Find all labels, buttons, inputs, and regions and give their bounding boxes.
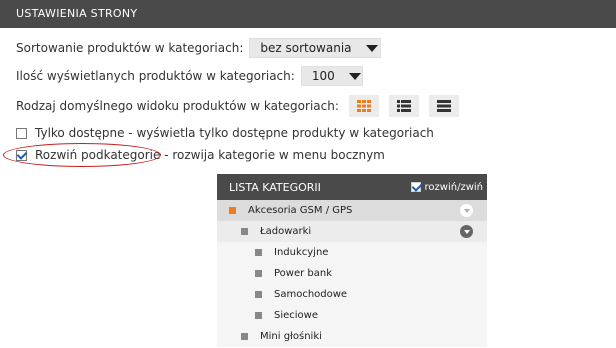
only-available-row: Tylko dostępne - wyświetla tylko dostępn…: [16, 126, 434, 140]
expand-subcategories-row: Rozwiń podkategorie - rozwija kategorie …: [16, 148, 385, 162]
category-item[interactable]: Indukcyjne: [217, 242, 487, 263]
sorting-row: Sortowanie produktów w kategoriach: bez …: [16, 38, 382, 58]
category-panel-title: LISTA KATEGORII: [229, 180, 321, 194]
expand-subcategories-label: Rozwiń podkategorie - rozwija kategorie …: [35, 148, 385, 162]
category-item[interactable]: Akcesoria GSM / GPS: [217, 200, 487, 221]
count-select[interactable]: 100: [300, 66, 363, 86]
sorting-value: bez sortowania: [260, 41, 352, 55]
bullet-square-icon: [255, 249, 262, 256]
category-item[interactable]: Ładowarki: [217, 221, 487, 242]
page-header: USTAWIENIA STRONY: [0, 0, 616, 28]
compact-list-button[interactable]: [428, 95, 459, 117]
category-panel-header: LISTA KATEGORII rozwiń/zwiń: [217, 174, 487, 200]
category-item[interactable]: Sieciowe: [217, 305, 487, 326]
collapse-toggle-icon[interactable]: [460, 225, 473, 238]
page-title: USTAWIENIA STRONY: [16, 7, 138, 20]
only-available-checkbox[interactable]: [16, 127, 27, 139]
count-label: Ilość wyświetlanych produktów w kategori…: [16, 69, 295, 83]
compact-list-icon: [436, 100, 451, 112]
collapse-toggle-icon[interactable]: [460, 204, 473, 217]
only-available-label: Tylko dostępne - wyświetla tylko dostępn…: [35, 126, 434, 140]
bullet-square-icon: [255, 312, 262, 319]
count-value: 100: [311, 69, 335, 83]
category-label: Akcesoria GSM / GPS: [248, 205, 353, 216]
sorting-label: Sortowanie produktów w kategoriach:: [16, 41, 244, 55]
view-row: Rodzaj domyślnego widoku produktów w kat…: [16, 95, 459, 117]
count-row: Ilość wyświetlanych produktów w kategori…: [16, 66, 363, 86]
expand-collapse-checkbox[interactable]: [410, 182, 421, 192]
bullet-square-icon: [229, 207, 236, 214]
chevron-down-icon: [348, 72, 361, 80]
category-label: Mini głośniki: [260, 331, 322, 342]
grid-view-icon: [356, 100, 371, 112]
chevron-down-icon: [365, 44, 378, 52]
category-panel: LISTA KATEGORII rozwiń/zwiń Akcesoria GS…: [217, 174, 487, 348]
bullet-square-icon: [255, 291, 262, 298]
view-label: Rodzaj domyślnego widoku produktów w kat…: [16, 99, 339, 113]
category-label: Samochodowe: [274, 289, 348, 300]
category-label: Indukcyjne: [274, 247, 329, 258]
expand-subcategories-checkbox[interactable]: [16, 149, 27, 161]
bullet-square-icon: [241, 228, 248, 235]
expand-collapse-toggle[interactable]: rozwiń/zwiń: [410, 181, 483, 193]
category-label: Sieciowe: [274, 310, 319, 321]
category-item[interactable]: Power bank: [217, 263, 487, 284]
grid-view-button[interactable]: [348, 95, 379, 117]
category-item[interactable]: Samochodowe: [217, 284, 487, 305]
sorting-select[interactable]: bez sortowania: [249, 38, 382, 58]
category-label: Ładowarki: [260, 226, 312, 237]
bullet-square-icon: [255, 270, 262, 277]
category-label: Power bank: [274, 268, 333, 279]
list-view-button[interactable]: [388, 95, 419, 117]
category-item[interactable]: Mini głośniki: [217, 326, 487, 347]
bullet-square-icon: [241, 333, 248, 340]
list-view-icon: [396, 100, 411, 112]
expand-collapse-label: rozwiń/zwiń: [424, 181, 483, 193]
